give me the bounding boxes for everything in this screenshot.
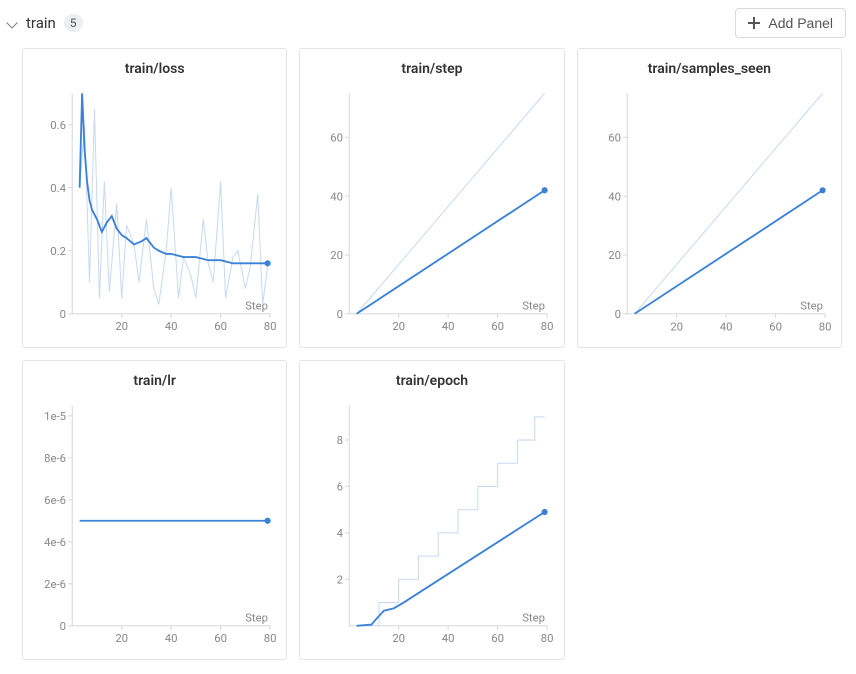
svg-text:80: 80 — [818, 319, 831, 333]
section-toggle[interactable]: train 5 — [8, 14, 83, 32]
chart-panel-loss[interactable]: train/loss 0 0.2 0.4 0.6 20 40 60 80 Step — [22, 48, 287, 348]
chevron-down-icon — [6, 17, 17, 28]
svg-text:Step: Step — [245, 299, 268, 313]
svg-text:20: 20 — [331, 248, 344, 262]
panel-title: train/samples_seen — [586, 61, 833, 77]
panel-title: train/lr — [31, 373, 278, 389]
svg-text:40: 40 — [608, 189, 621, 203]
svg-text:80: 80 — [541, 319, 554, 333]
svg-text:20: 20 — [608, 248, 621, 262]
svg-text:60: 60 — [608, 130, 621, 144]
svg-text:20: 20 — [393, 631, 406, 645]
svg-text:0: 0 — [60, 619, 66, 633]
svg-text:6e-6: 6e-6 — [44, 493, 66, 507]
chart-panel-epoch[interactable]: train/epoch 2 4 6 8 20 40 60 80 Step — [299, 360, 564, 660]
svg-text:2: 2 — [337, 572, 343, 586]
svg-text:60: 60 — [492, 319, 505, 333]
section-header: train 5 Add Panel — [4, 6, 846, 44]
chart-canvas: 0 0.2 0.4 0.6 20 40 60 80 Step — [31, 85, 278, 343]
panel-title: train/epoch — [308, 373, 555, 389]
svg-text:80: 80 — [264, 631, 277, 645]
panel-count-badge: 5 — [64, 14, 83, 32]
panel-title: train/step — [308, 61, 555, 77]
svg-text:40: 40 — [719, 319, 732, 333]
chart-canvas: 0 2e-6 4e-6 6e-6 8e-6 1e-5 20 40 60 80 Step — [31, 397, 278, 655]
svg-text:60: 60 — [492, 631, 505, 645]
svg-text:0.4: 0.4 — [50, 181, 66, 195]
svg-text:40: 40 — [442, 319, 455, 333]
svg-text:0: 0 — [60, 307, 66, 321]
chart-canvas: 0 20 40 60 20 40 60 80 Step — [586, 85, 833, 343]
svg-text:4e-6: 4e-6 — [44, 535, 66, 549]
plus-icon — [748, 17, 760, 29]
svg-text:20: 20 — [670, 319, 683, 333]
svg-text:6: 6 — [337, 480, 343, 494]
svg-text:60: 60 — [769, 319, 782, 333]
svg-text:8e-6: 8e-6 — [44, 451, 66, 465]
svg-text:0.2: 0.2 — [50, 244, 66, 258]
svg-text:Step: Step — [800, 299, 823, 313]
section-title: train — [26, 14, 56, 32]
svg-text:0.6: 0.6 — [50, 118, 66, 132]
panel-title: train/loss — [31, 61, 278, 77]
svg-text:20: 20 — [393, 319, 406, 333]
svg-text:2e-6: 2e-6 — [44, 577, 66, 591]
svg-text:80: 80 — [264, 319, 277, 333]
add-panel-label: Add Panel — [768, 15, 833, 31]
svg-text:20: 20 — [115, 631, 128, 645]
svg-text:0: 0 — [337, 307, 343, 321]
chart-canvas: 0 20 40 60 20 40 60 80 Step — [308, 85, 555, 343]
svg-text:Step: Step — [245, 611, 268, 625]
svg-text:1e-5: 1e-5 — [44, 409, 66, 423]
chart-panel-samples-seen[interactable]: train/samples_seen 0 20 40 60 20 40 60 80 Step — [577, 48, 842, 348]
svg-text:Step: Step — [523, 611, 546, 625]
svg-text:4: 4 — [337, 526, 344, 540]
panel-grid: train/loss 00.20.40.620406080Step train/… — [4, 44, 846, 664]
svg-text:60: 60 — [331, 130, 344, 144]
svg-text:Step: Step — [523, 299, 546, 313]
svg-text:60: 60 — [214, 631, 227, 645]
svg-text:40: 40 — [331, 189, 344, 203]
svg-text:40: 40 — [165, 631, 178, 645]
chart-canvas: 2 4 6 8 20 40 60 80 Step — [308, 397, 555, 655]
svg-text:40: 40 — [442, 631, 455, 645]
chart-panel-step[interactable]: train/step 0 20 40 60 20 40 60 80 Step — [299, 48, 564, 348]
svg-text:20: 20 — [115, 319, 128, 333]
add-panel-button[interactable]: Add Panel — [735, 8, 846, 38]
svg-text:0: 0 — [614, 307, 620, 321]
svg-text:40: 40 — [165, 319, 178, 333]
svg-text:8: 8 — [337, 433, 343, 447]
chart-panel-lr[interactable]: train/lr 0 2e-6 4e-6 6e-6 8e-6 1e-5 20 40 60 80 St… — [22, 360, 287, 660]
svg-text:60: 60 — [214, 319, 227, 333]
svg-text:80: 80 — [541, 631, 554, 645]
